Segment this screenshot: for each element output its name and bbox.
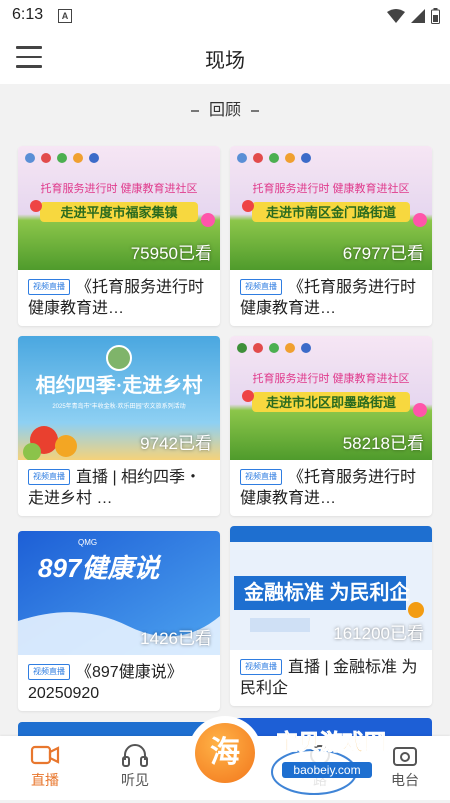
svg-text:托育服务进行时 健康教育进社区: 托育服务进行时 健康教育进社区 — [252, 371, 409, 385]
nav-live[interactable]: 直播 — [15, 742, 75, 790]
video-card[interactable]: 托育服务进行时 健康教育进社区 走进市北区即墨路街道 58218已看 视频直播《… — [230, 336, 432, 516]
view-count: 58218已看 — [342, 434, 424, 453]
svg-text:金融标准 为民利企: 金融标准 为民利企 — [243, 580, 411, 604]
signal-icon — [411, 9, 425, 23]
svg-text:宝贝游戏网: 宝贝游戏网 — [276, 730, 386, 755]
section-header: 回顾 — [0, 96, 450, 120]
video-card[interactable]: 托育服务进行时 健康教育进社区 走进市南区金门路街道 67977已看 视频直播《… — [230, 146, 432, 326]
video-thumbnail: 托育服务进行时 健康教育进社区 走进平度市福家集镇 75950已看 — [18, 146, 220, 270]
svg-text:走进市南区金门路街道: 走进市南区金门路街道 — [266, 205, 396, 220]
battery-icon — [431, 8, 440, 24]
svg-text:托育服务进行时 健康教育进社区: 托育服务进行时 健康教育进社区 — [40, 181, 197, 195]
page-title: 现场 — [205, 50, 245, 72]
video-card[interactable]: 金融标准 为民利企 161200已看 视频直播 直播 | 金融标准 为民利企 — [230, 526, 432, 706]
live-tag: 视频直播 — [240, 469, 282, 485]
video-title: 视频直播 直播 | 金融标准 为民利企 — [240, 659, 418, 697]
video-title: 视频直播 《托育服务进行时 健康教育进… — [28, 279, 205, 317]
live-tag: 视频直播 — [28, 279, 70, 295]
headphones-icon — [122, 744, 148, 767]
svg-text:托育服务进行时 健康教育进社区: 托育服务进行时 健康教育进社区 — [252, 181, 409, 195]
video-thumbnail: 托育服务进行时 健康教育进社区 走进市南区金门路街道 67977已看 — [230, 146, 432, 270]
video-title: 视频直播 《托育服务进行时 健康教育进… — [240, 279, 417, 317]
svg-text:QMG: QMG — [78, 538, 97, 547]
wifi-icon — [387, 9, 405, 23]
video-thumbnail: 相约四季·走进乡村 2025年青岛市“丰收金秋·欢乐田园”农文旅系列活动 974… — [18, 336, 220, 460]
video-card[interactable]: 相约四季·走进乡村 2025年青岛市“丰收金秋·欢乐田园”农文旅系列活动 974… — [18, 336, 220, 516]
video-card[interactable]: QMG 897健康说 1426已看 视频直播 《897健康说》20250920 — [18, 531, 220, 711]
watermark: 宝贝游戏网 baobeiy.com — [262, 724, 422, 798]
sea-icon: 海 — [195, 723, 255, 783]
nav-listen[interactable]: 听见 — [105, 742, 165, 790]
svg-text:baobeiy.com: baobeiy.com — [293, 763, 360, 777]
view-count: 1426已看 — [140, 629, 212, 648]
svg-text:走进市北区即墨路街道: 走进市北区即墨路街道 — [266, 395, 396, 410]
live-tag: 视频直播 — [240, 279, 282, 295]
video-title: 视频直播 《托育服务进行时 健康教育进… — [240, 469, 417, 507]
svg-text:走进平度市福家集镇: 走进平度市福家集镇 — [60, 205, 177, 220]
status-bar: 6:13 A — [0, 0, 450, 32]
svg-text:相约四季·走进乡村: 相约四季·走进乡村 — [36, 373, 203, 397]
video-title: 视频直播 《897健康说》20250920 — [28, 664, 183, 702]
video-thumbnail: 金融标准 为民利企 161200已看 — [230, 526, 432, 650]
live-tag: 视频直播 — [28, 469, 70, 485]
section-title: 回顾 — [208, 102, 241, 119]
view-count: 67977已看 — [342, 244, 424, 263]
video-thumbnail: QMG 897健康说 1426已看 — [18, 531, 220, 655]
view-count: 9742已看 — [140, 434, 212, 453]
video-title: 视频直播 直播 | 相约四季・走进乡村 … — [28, 469, 202, 507]
status-time: 6:13 — [12, 6, 44, 23]
view-count: 161200已看 — [333, 624, 424, 643]
sim-icon: A — [58, 9, 72, 23]
app-header: 现场 — [0, 32, 450, 84]
center-home-button[interactable]: 海 — [188, 716, 262, 790]
live-tag: 视频直播 — [240, 659, 282, 675]
video-thumbnail: 托育服务进行时 健康教育进社区 走进市北区即墨路街道 58218已看 — [230, 336, 432, 460]
svg-text:897健康说: 897健康说 — [38, 553, 162, 583]
video-camera-icon — [30, 745, 60, 765]
view-count: 75950已看 — [130, 244, 212, 263]
system-icons — [387, 6, 440, 26]
svg-text:2025年青岛市“丰收金秋·欢乐田园”农文旅系列活动: 2025年青岛市“丰收金秋·欢乐田园”农文旅系列活动 — [52, 402, 185, 410]
live-tag: 视频直播 — [28, 664, 70, 680]
video-card[interactable]: 托育服务进行时 健康教育进社区 走进平度市福家集镇 75950已看 视频直播 《托… — [18, 146, 220, 326]
